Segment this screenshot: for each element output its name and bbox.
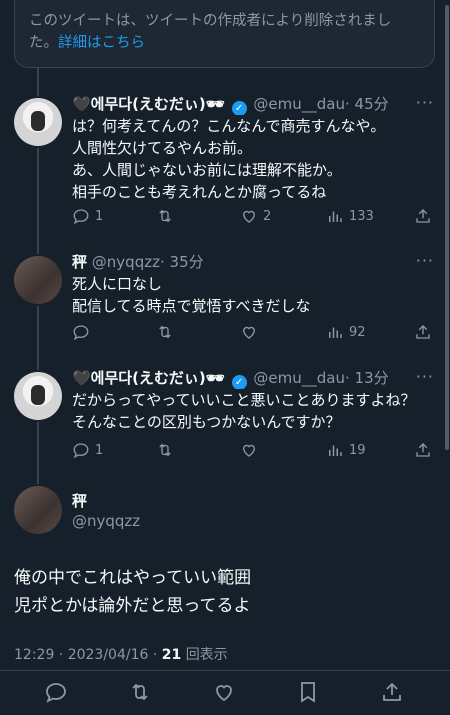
tweet-line: は？何考えてんの？こんなんで商売すんなや。 (72, 117, 386, 135)
tweet-time[interactable]: · 45分 (345, 95, 389, 113)
reply-button[interactable] (72, 322, 90, 342)
reply-tweet[interactable]: 🖤에무다(えむだぃ)🕶 ✓ @emu__dau· 45分 ··· は？何考えてん… (72, 93, 440, 203)
retweet-button[interactable] (156, 322, 174, 342)
heart-icon (216, 685, 232, 702)
like-button[interactable]: 2 (240, 206, 271, 226)
thread-connector (37, 148, 39, 254)
share-button[interactable] (414, 206, 432, 226)
tweet-line: 死人に口なし (72, 275, 163, 293)
user-name[interactable]: 🖤에무다(えむだぃ)🕶 (72, 369, 225, 387)
more-options-icon[interactable]: ··· (416, 251, 434, 270)
reply-icon (73, 209, 89, 225)
retweet-icon (159, 443, 171, 457)
tweet-time[interactable]: · 13分 (345, 369, 389, 387)
tweet-time[interactable]: · 35分 (160, 253, 204, 271)
tweet-text: 死人に口なし 配信してる時点で覚悟すべきだしな (72, 273, 440, 317)
thread-connector (37, 68, 39, 96)
views-count: 92 (349, 324, 366, 340)
analytics-icon (329, 211, 342, 222)
deleted-tweet-notice: このツイートは、ツイートの作成者により削除されました。詳細はこちら (14, 0, 435, 68)
reply-button[interactable]: 1 (72, 440, 103, 460)
retweet-button[interactable] (156, 440, 174, 460)
tweet-line: あ、人間じゃないお前には理解不能か。 (72, 161, 342, 179)
retweet-button[interactable] (156, 206, 174, 226)
tweet-actions: 1 19 (0, 440, 450, 460)
avatar[interactable] (14, 486, 62, 534)
scrollbar[interactable] (445, 5, 449, 450)
reply-tweet[interactable]: 秤 @nyqqzz· 35分 ··· 死人に口なし 配信してる時点で覚悟すべきだ… (72, 251, 440, 317)
more-options-icon[interactable]: ··· (416, 367, 434, 386)
bookmark-button[interactable] (296, 680, 322, 706)
retweet-icon (132, 683, 148, 701)
views-button[interactable]: 19 (326, 440, 366, 460)
avatar[interactable] (14, 256, 62, 304)
tweet-line: 人間性欠けてるやんお前。 (72, 139, 253, 157)
tweet-text: は？何考えてんの？こんなんで商売すんなや。 人間性欠けてるやんお前。 あ、人間じ… (72, 115, 440, 203)
reply-button[interactable]: 1 (72, 206, 103, 226)
views-label: 回表示 (185, 647, 228, 663)
reply-icon (73, 325, 89, 341)
reply-tweet[interactable]: 🖤에무다(えむだぃ)🕶 ✓ @emu__dau· 13分 ··· だからってやっ… (72, 367, 440, 433)
tweet-meta: 12:29 · 2023/04/16 · 21 回表示 (14, 644, 228, 664)
tweet-line: そんなことの区別もつかないんですか？ (72, 413, 341, 431)
reply-count: 1 (95, 442, 104, 458)
user-handle[interactable]: @emu__dau (253, 95, 345, 113)
user-handle[interactable]: @emu__dau (253, 369, 345, 387)
tweet-line: 配信してる時点で覚悟すべきだしな (72, 297, 311, 315)
main-tweet-actions (0, 680, 450, 706)
heart-icon (243, 210, 255, 223)
tweet-actions: 1 2 133 (0, 206, 450, 226)
tweet-text: だからってやっていいこと悪いことありますよね？ そんなことの区別もつかないんです… (72, 389, 440, 433)
analytics-icon (329, 327, 342, 338)
avatar[interactable] (14, 372, 62, 420)
tweet-line: 児ポとかは論外だと思ってるよ (14, 596, 251, 616)
user-handle[interactable]: @nyqqzz (92, 253, 160, 271)
share-button[interactable] (380, 680, 406, 706)
user-name[interactable]: 秤 (72, 490, 87, 511)
tweet-timestamp[interactable]: 12:29 · 2023/04/16 · (14, 647, 162, 663)
share-button[interactable] (414, 322, 432, 342)
user-name[interactable]: 秤 (72, 253, 87, 271)
share-icon (416, 325, 430, 339)
share-button[interactable] (414, 440, 432, 460)
reply-icon (73, 443, 89, 459)
retweet-button[interactable] (128, 680, 154, 706)
user-name[interactable]: 🖤에무다(えむだぃ)🕶 (72, 95, 225, 113)
views-count: 133 (349, 208, 374, 224)
like-button[interactable] (240, 322, 258, 342)
share-icon (416, 209, 430, 223)
tweet-line: 俺の中でこれはやっていい範囲 (14, 568, 252, 588)
avatar[interactable] (14, 98, 62, 146)
divider (0, 670, 450, 671)
views-button[interactable]: 92 (326, 322, 366, 342)
views-button[interactable]: 133 (326, 206, 374, 226)
reply-button[interactable] (44, 680, 70, 706)
share-icon (383, 682, 401, 701)
analytics-icon (329, 445, 342, 456)
reply-icon (46, 683, 66, 703)
like-button[interactable] (212, 680, 238, 706)
views-count: 21 (161, 647, 182, 663)
reply-count: 1 (95, 208, 104, 224)
main-tweet-text: 俺の中でこれはやっていい範囲 児ポとかは論外だと思ってるよ (14, 564, 251, 620)
tweet-line: だからってやっていいこと悪いことありますよね？ (72, 391, 416, 409)
verified-badge-icon: ✓ (231, 101, 247, 115)
learn-more-link[interactable]: 詳細はこちら (58, 35, 145, 51)
like-button[interactable] (240, 440, 258, 460)
verified-badge-icon: ✓ (231, 375, 247, 389)
views-count: 19 (349, 442, 366, 458)
bookmark-icon (301, 682, 315, 703)
share-icon (416, 443, 430, 457)
user-handle[interactable]: @nyqqzz (72, 512, 140, 530)
heart-icon (243, 444, 255, 457)
retweet-icon (159, 325, 171, 339)
tweet-line: 相手のことも考えれんとか腐ってるね (72, 183, 327, 201)
heart-icon (243, 326, 255, 339)
retweet-icon (159, 209, 171, 223)
tweet-actions: 92 (0, 322, 450, 342)
more-options-icon[interactable]: ··· (416, 93, 434, 112)
like-count: 2 (263, 208, 272, 224)
